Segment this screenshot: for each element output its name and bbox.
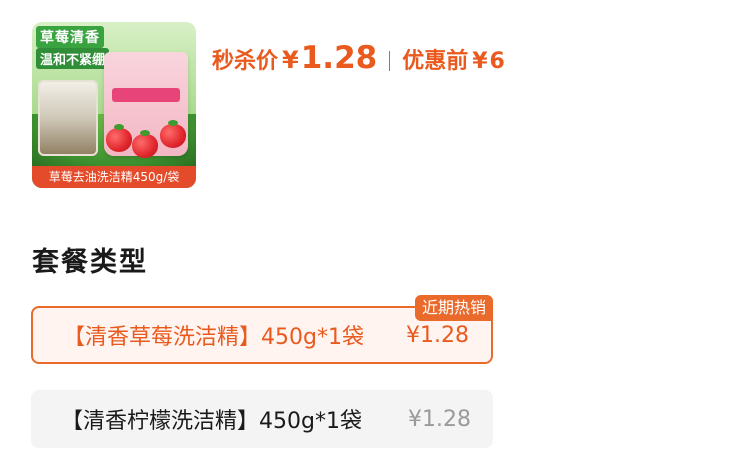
package-option-strawberry[interactable]: 【清香草莓洗洁精】450g*1袋 ¥1.28 近期热销 — [31, 295, 493, 364]
option-price: ¥1.28 — [406, 322, 469, 348]
product-image: 草莓清香 温和不紧绷 草莓去油洗洁精450g/袋 — [32, 22, 196, 188]
strawberry-icon — [106, 124, 132, 152]
original-price-value: 6 — [489, 49, 505, 74]
seckill-price-value: 1.28 — [300, 40, 378, 76]
bag-label-decoration — [112, 88, 180, 102]
package-type-title: 套餐类型 — [32, 247, 148, 278]
product-image-title: 草莓清香 — [36, 26, 104, 48]
price-line: 秒杀价 ¥ 1.28 优惠前 ¥ 6 — [212, 40, 505, 82]
original-currency-symbol: ¥ — [472, 49, 488, 74]
package-option-lemon[interactable]: 【清香柠檬洗洁精】450g*1袋 ¥1.28 — [31, 390, 493, 448]
product-options-panel: 草莓清香 温和不紧绷 草莓去油洗洁精450g/袋 秒杀价 ¥ 1.28 优惠前 … — [0, 0, 750, 463]
product-image-subtitle: 温和不紧绷 — [36, 48, 110, 69]
strawberry-icon — [160, 120, 186, 148]
strawberry-icon — [132, 130, 158, 158]
price-divider — [389, 51, 391, 71]
seckill-price-label: 秒杀价 — [212, 49, 279, 74]
option-name: 【清香草莓洗洁精】450g*1袋 — [63, 325, 364, 350]
hot-sale-badge: 近期热销 — [414, 295, 493, 321]
dishes-image — [38, 80, 98, 156]
option-price: ¥1.28 — [408, 406, 471, 432]
original-price-label: 优惠前 — [402, 49, 469, 74]
product-image-caption: 草莓去油洗洁精450g/袋 — [32, 166, 196, 188]
option-name: 【清香柠檬洗洁精】450g*1袋 — [61, 409, 362, 434]
seckill-currency-symbol: ¥ — [282, 46, 299, 74]
